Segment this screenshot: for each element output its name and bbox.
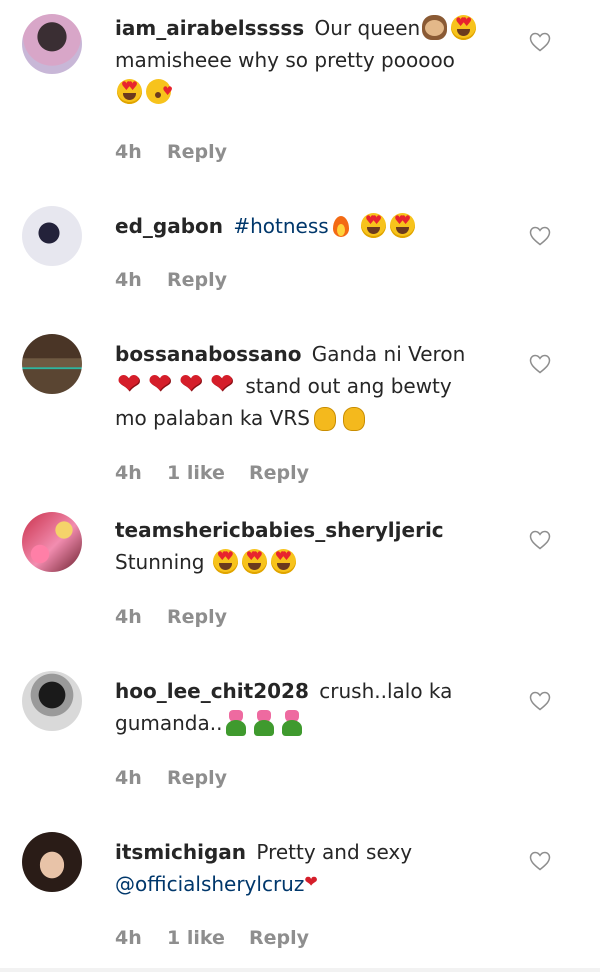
heart-eyes-emoji	[361, 213, 387, 238]
red-heart-emoji	[117, 368, 144, 400]
user-mention-link[interactable]: @officialsherylcruz	[115, 872, 304, 896]
comment-time: 4h	[115, 767, 142, 789]
comment-time: 4h	[115, 606, 142, 628]
heart-eyes-emoji	[212, 549, 238, 574]
heart-outline-icon[interactable]	[528, 849, 552, 873]
heart-outline-icon[interactable]	[528, 528, 552, 552]
see-no-evil-monkey-emoji	[422, 15, 448, 40]
comment-time: 4h	[115, 927, 142, 949]
comment-username[interactable]: bossanabossano	[115, 342, 301, 366]
fire-emoji	[331, 213, 351, 238]
comment-text: Our queen	[314, 16, 421, 40]
reply-button[interactable]: Reply	[167, 269, 227, 291]
red-heart-emoji	[210, 368, 237, 400]
comment-time: 4h	[115, 141, 142, 163]
comment-text: crush..lalo ka	[319, 679, 453, 703]
hashtag-link[interactable]: #hotness	[233, 214, 328, 238]
likes-count[interactable]: 1 like	[167, 462, 249, 484]
heart-outline-icon[interactable]	[528, 30, 552, 54]
avatar[interactable]	[22, 14, 82, 74]
reply-button[interactable]: Reply	[249, 927, 309, 949]
heart-eyes-emoji	[270, 549, 296, 574]
tulip-emoji	[224, 710, 248, 736]
comment-username[interactable]: teamshericbabies_sheryljeric	[115, 518, 444, 542]
heart-outline-icon[interactable]	[528, 689, 552, 713]
tulip-emoji	[252, 710, 276, 736]
kissing-heart-emoji	[146, 75, 173, 107]
likes-count[interactable]: 1 like	[167, 927, 249, 949]
bottom-divider	[0, 968, 600, 972]
comment-text: Stunning	[115, 550, 205, 574]
comment-time: 4h	[115, 269, 142, 291]
comment-text: gumanda..	[115, 711, 223, 735]
red-heart-emoji	[148, 368, 175, 400]
heart-eyes-emoji	[241, 549, 267, 574]
comment-username[interactable]: itsmichigan	[115, 840, 246, 864]
tulip-emoji	[280, 710, 304, 736]
reply-button[interactable]: Reply	[167, 606, 227, 628]
avatar[interactable]	[22, 671, 82, 731]
avatar[interactable]	[22, 334, 82, 394]
avatar[interactable]	[22, 832, 82, 892]
heart-outline-icon[interactable]	[528, 352, 552, 376]
comment-time: 4h	[115, 462, 142, 484]
comment-username[interactable]: hoo_lee_chit2028	[115, 679, 309, 703]
clapping-hands-emoji	[312, 405, 337, 431]
heart-eyes-emoji	[390, 213, 416, 238]
reply-button[interactable]: Reply	[167, 767, 227, 789]
comment-text: stand out ang bewty	[245, 374, 452, 398]
reply-button[interactable]: Reply	[249, 462, 309, 484]
comment-text: Ganda ni Veron	[311, 342, 466, 366]
comment-username[interactable]: iam_airabelsssss	[115, 16, 304, 40]
comment-text: mo palaban ka VRS	[115, 406, 310, 430]
avatar[interactable]	[22, 512, 82, 572]
reply-button[interactable]: Reply	[167, 141, 227, 163]
red-heart-emoji	[304, 872, 320, 896]
heart-eyes-emoji	[117, 79, 142, 104]
comment-username[interactable]: ed_gabon	[115, 214, 223, 238]
comment-text: Pretty and sexy	[256, 840, 413, 864]
heart-outline-icon[interactable]	[528, 224, 552, 248]
red-heart-emoji	[179, 368, 206, 400]
avatar[interactable]	[22, 206, 82, 266]
comment-text: mamisheee why so pretty pooooo	[115, 48, 455, 72]
clapping-hands-emoji	[341, 405, 366, 431]
heart-eyes-emoji	[451, 15, 477, 40]
